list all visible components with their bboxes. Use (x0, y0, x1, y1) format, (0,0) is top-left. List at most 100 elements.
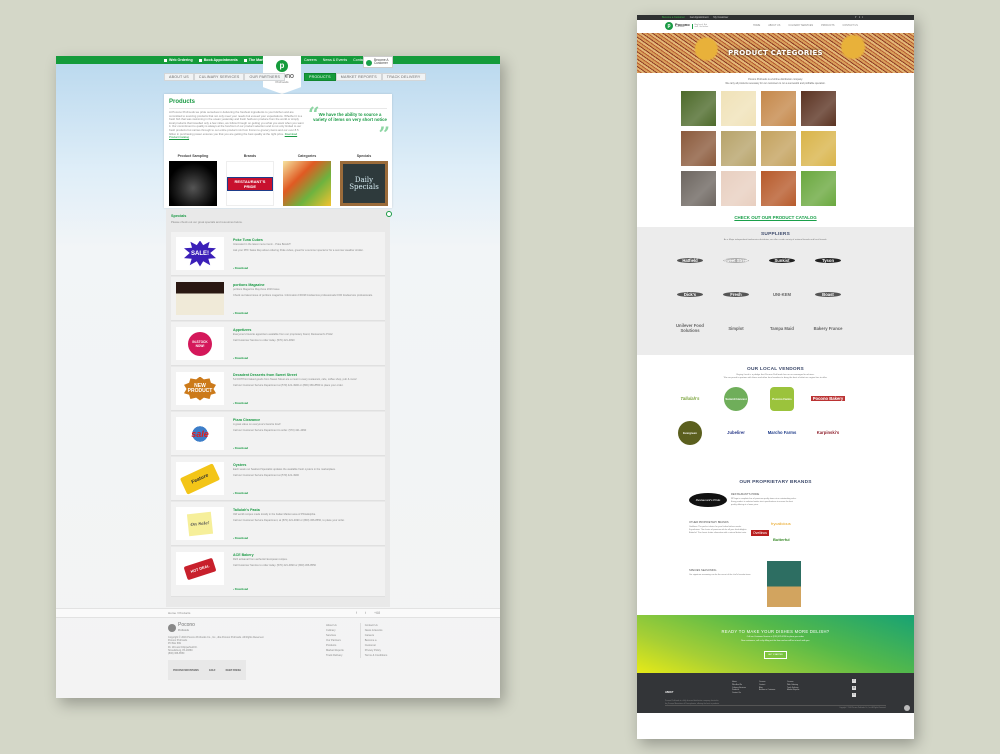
tile-brands[interactable]: Brands RESTAURANT'S PRIDE (226, 154, 274, 206)
google-plus-count[interactable]: +68 (374, 611, 380, 615)
category-tile[interactable] (761, 131, 796, 166)
nav-track-delivery[interactable]: Track Delivery (381, 73, 426, 81)
special-title[interactable]: Decadent Desserts from Sweet Street (233, 373, 381, 377)
download-link[interactable]: › Download (233, 536, 248, 540)
product-catalog-link[interactable]: CHECK OUT OUR PRODUCT CATALOG (637, 215, 914, 220)
category-tile[interactable] (801, 91, 836, 126)
breadcrumb-home[interactable]: Home (168, 611, 176, 615)
nav-contact-us[interactable]: Contact Us (843, 24, 858, 27)
download-link[interactable]: › Download (233, 266, 248, 270)
association-logos: POCONO MOUNTAINS GOLF KEEP FRESH (168, 660, 246, 681)
vendor-logo: Pocono Bakery (810, 396, 846, 402)
nav-about-us[interactable]: About Us (164, 73, 194, 81)
category-tile[interactable] (681, 131, 716, 166)
facebook-icon[interactable]: f (356, 611, 357, 615)
download-link[interactable]: › Download (233, 311, 248, 315)
category-tile[interactable] (761, 91, 796, 126)
supplier-logos: Hatfield Sweet Street Sunkist Tyson Dick… (667, 250, 914, 338)
footer-link[interactable]: Become a Customer (365, 638, 388, 648)
special-thumbnail: IN-STOCK NOW! (176, 327, 224, 360)
supplier-logo: Dick's (667, 284, 713, 304)
new-header: p Pocono ProFoods Buy local, Eat well, Go… (637, 20, 914, 33)
nav-culinary-services[interactable]: Culinary Services (193, 73, 245, 81)
nav-products[interactable]: Products (821, 24, 834, 27)
footer-link[interactable]: Track Delivery (326, 653, 346, 658)
footer-link[interactable]: Contact Us (732, 692, 746, 695)
category-tile[interactable] (681, 171, 716, 206)
new-logo[interactable]: p Pocono ProFoods Buy local, Eat well, Go… (665, 22, 710, 30)
category-tile[interactable] (721, 171, 756, 206)
copyright: Copyright © 2016 Pocono ProFoods Co., In… (665, 705, 886, 709)
special-title[interactable]: ACE Bakery (233, 553, 381, 557)
footer-address: Copyright © 2016 Pocono ProFoods Co., In… (168, 636, 264, 656)
download-link[interactable]: › Download (233, 356, 248, 360)
supplier-logo: Simplot (728, 325, 744, 331)
vendor-logo: Pocono Farms (759, 386, 805, 411)
old-nav-right: Products Market Reports Track Delivery (304, 73, 426, 81)
footer-link[interactable]: Terms & Conditions (365, 653, 388, 658)
social-share: f t +68 (356, 611, 380, 615)
web-ordering-link[interactable]: Web Ordering (164, 57, 193, 63)
get-started-button[interactable]: GET STARTED (763, 651, 788, 659)
become-customer-button[interactable]: Become A Customer (363, 56, 393, 68)
scroll-to-top-button[interactable] (904, 705, 910, 711)
tile-product-sampling[interactable]: Product Sampling (169, 154, 217, 206)
book-appointments-link[interactable]: Book Appointments (198, 57, 238, 63)
category-tile[interactable] (761, 171, 796, 206)
twitter-icon[interactable]: t (852, 693, 856, 697)
category-tile[interactable] (721, 91, 756, 126)
footer-col-2: Careers Contact Blog Become a Customer (759, 681, 775, 692)
download-link[interactable]: › Download (233, 491, 248, 495)
download-link[interactable]: › Download (233, 446, 248, 450)
special-title[interactable]: Oysters (233, 463, 381, 467)
supplier-logo: Bakery France (813, 325, 843, 331)
breadcrumb-current: Products (178, 611, 191, 615)
twitter-icon[interactable]: t (365, 611, 366, 615)
vendor-logo: Summit Harvest (713, 386, 759, 411)
special-title[interactable]: Poke Tuna Cubes (233, 238, 381, 242)
nav-about-us[interactable]: About Us (768, 24, 780, 27)
footer-link[interactable]: Market Reports (787, 689, 799, 692)
user-icon (164, 58, 167, 62)
special-title[interactable]: Tallulah's Pasta (233, 508, 381, 512)
old-footer: Pocono ProFoods Copyright © 2016 Pocono P… (168, 623, 388, 681)
vendor-logo: Jubelirer (727, 430, 745, 436)
association-logo: POCONO MOUNTAINS (173, 668, 199, 672)
nav-products[interactable]: Products (304, 73, 336, 81)
ovellinos-logo: Ovellinos (751, 530, 769, 536)
download-link[interactable]: › Download (233, 587, 248, 591)
tile-specials[interactable]: Specials Daily Specials (340, 154, 388, 206)
category-tile[interactable] (801, 171, 836, 206)
news-events-link[interactable]: News & Events (323, 57, 347, 63)
facebook-icon[interactable]: f (852, 679, 856, 683)
footer-link[interactable]: Culinary Services (326, 628, 346, 638)
specials-description: Please check out our great specials and … (171, 220, 243, 224)
association-logo: KEEP FRESH (225, 668, 241, 672)
nav-culinary-services[interactable]: Culinary Services (788, 24, 813, 27)
download-link[interactable]: › Download (233, 401, 248, 405)
supplier-logo: Tampa Maid (770, 325, 794, 331)
suppliers-section: SUPPLIERS As a Major independent foodser… (637, 227, 914, 355)
tile-categories[interactable]: Categories (283, 154, 331, 206)
category-tile[interactable] (681, 91, 716, 126)
special-title[interactable]: Appetizers (233, 328, 381, 332)
special-title[interactable]: portions Magazine (233, 283, 381, 287)
collapse-toggle-icon[interactable] (386, 211, 392, 217)
special-title[interactable]: Pizza Clearance (233, 418, 381, 422)
careers-link[interactable]: Careers (304, 57, 317, 63)
special-thumbnail: On Sale! (176, 507, 224, 540)
hero-title: PRODUCT CATEGORIES (728, 49, 823, 57)
other-brands-block: OTHER PROPRIETARY BRANDS Ovellinos: The … (689, 521, 791, 542)
instagram-icon[interactable]: ◎ (852, 686, 856, 690)
category-tile[interactable] (721, 131, 756, 166)
nav-market-reports[interactable]: Market Reports (335, 73, 382, 81)
category-tile[interactable] (801, 131, 836, 166)
footer-link[interactable]: Become a Customer (759, 689, 775, 692)
category-grid (681, 91, 914, 206)
supplier-logo: Hatfield (667, 250, 713, 270)
nav-our-partners[interactable]: Our Partners (244, 73, 286, 81)
brands-image: RESTAURANT'S PRIDE (226, 161, 274, 206)
nav-home[interactable]: Home (753, 24, 760, 27)
restaurants-pride-logo: Restaurant's Pride (689, 493, 727, 507)
specials-title: Specials (171, 214, 187, 218)
